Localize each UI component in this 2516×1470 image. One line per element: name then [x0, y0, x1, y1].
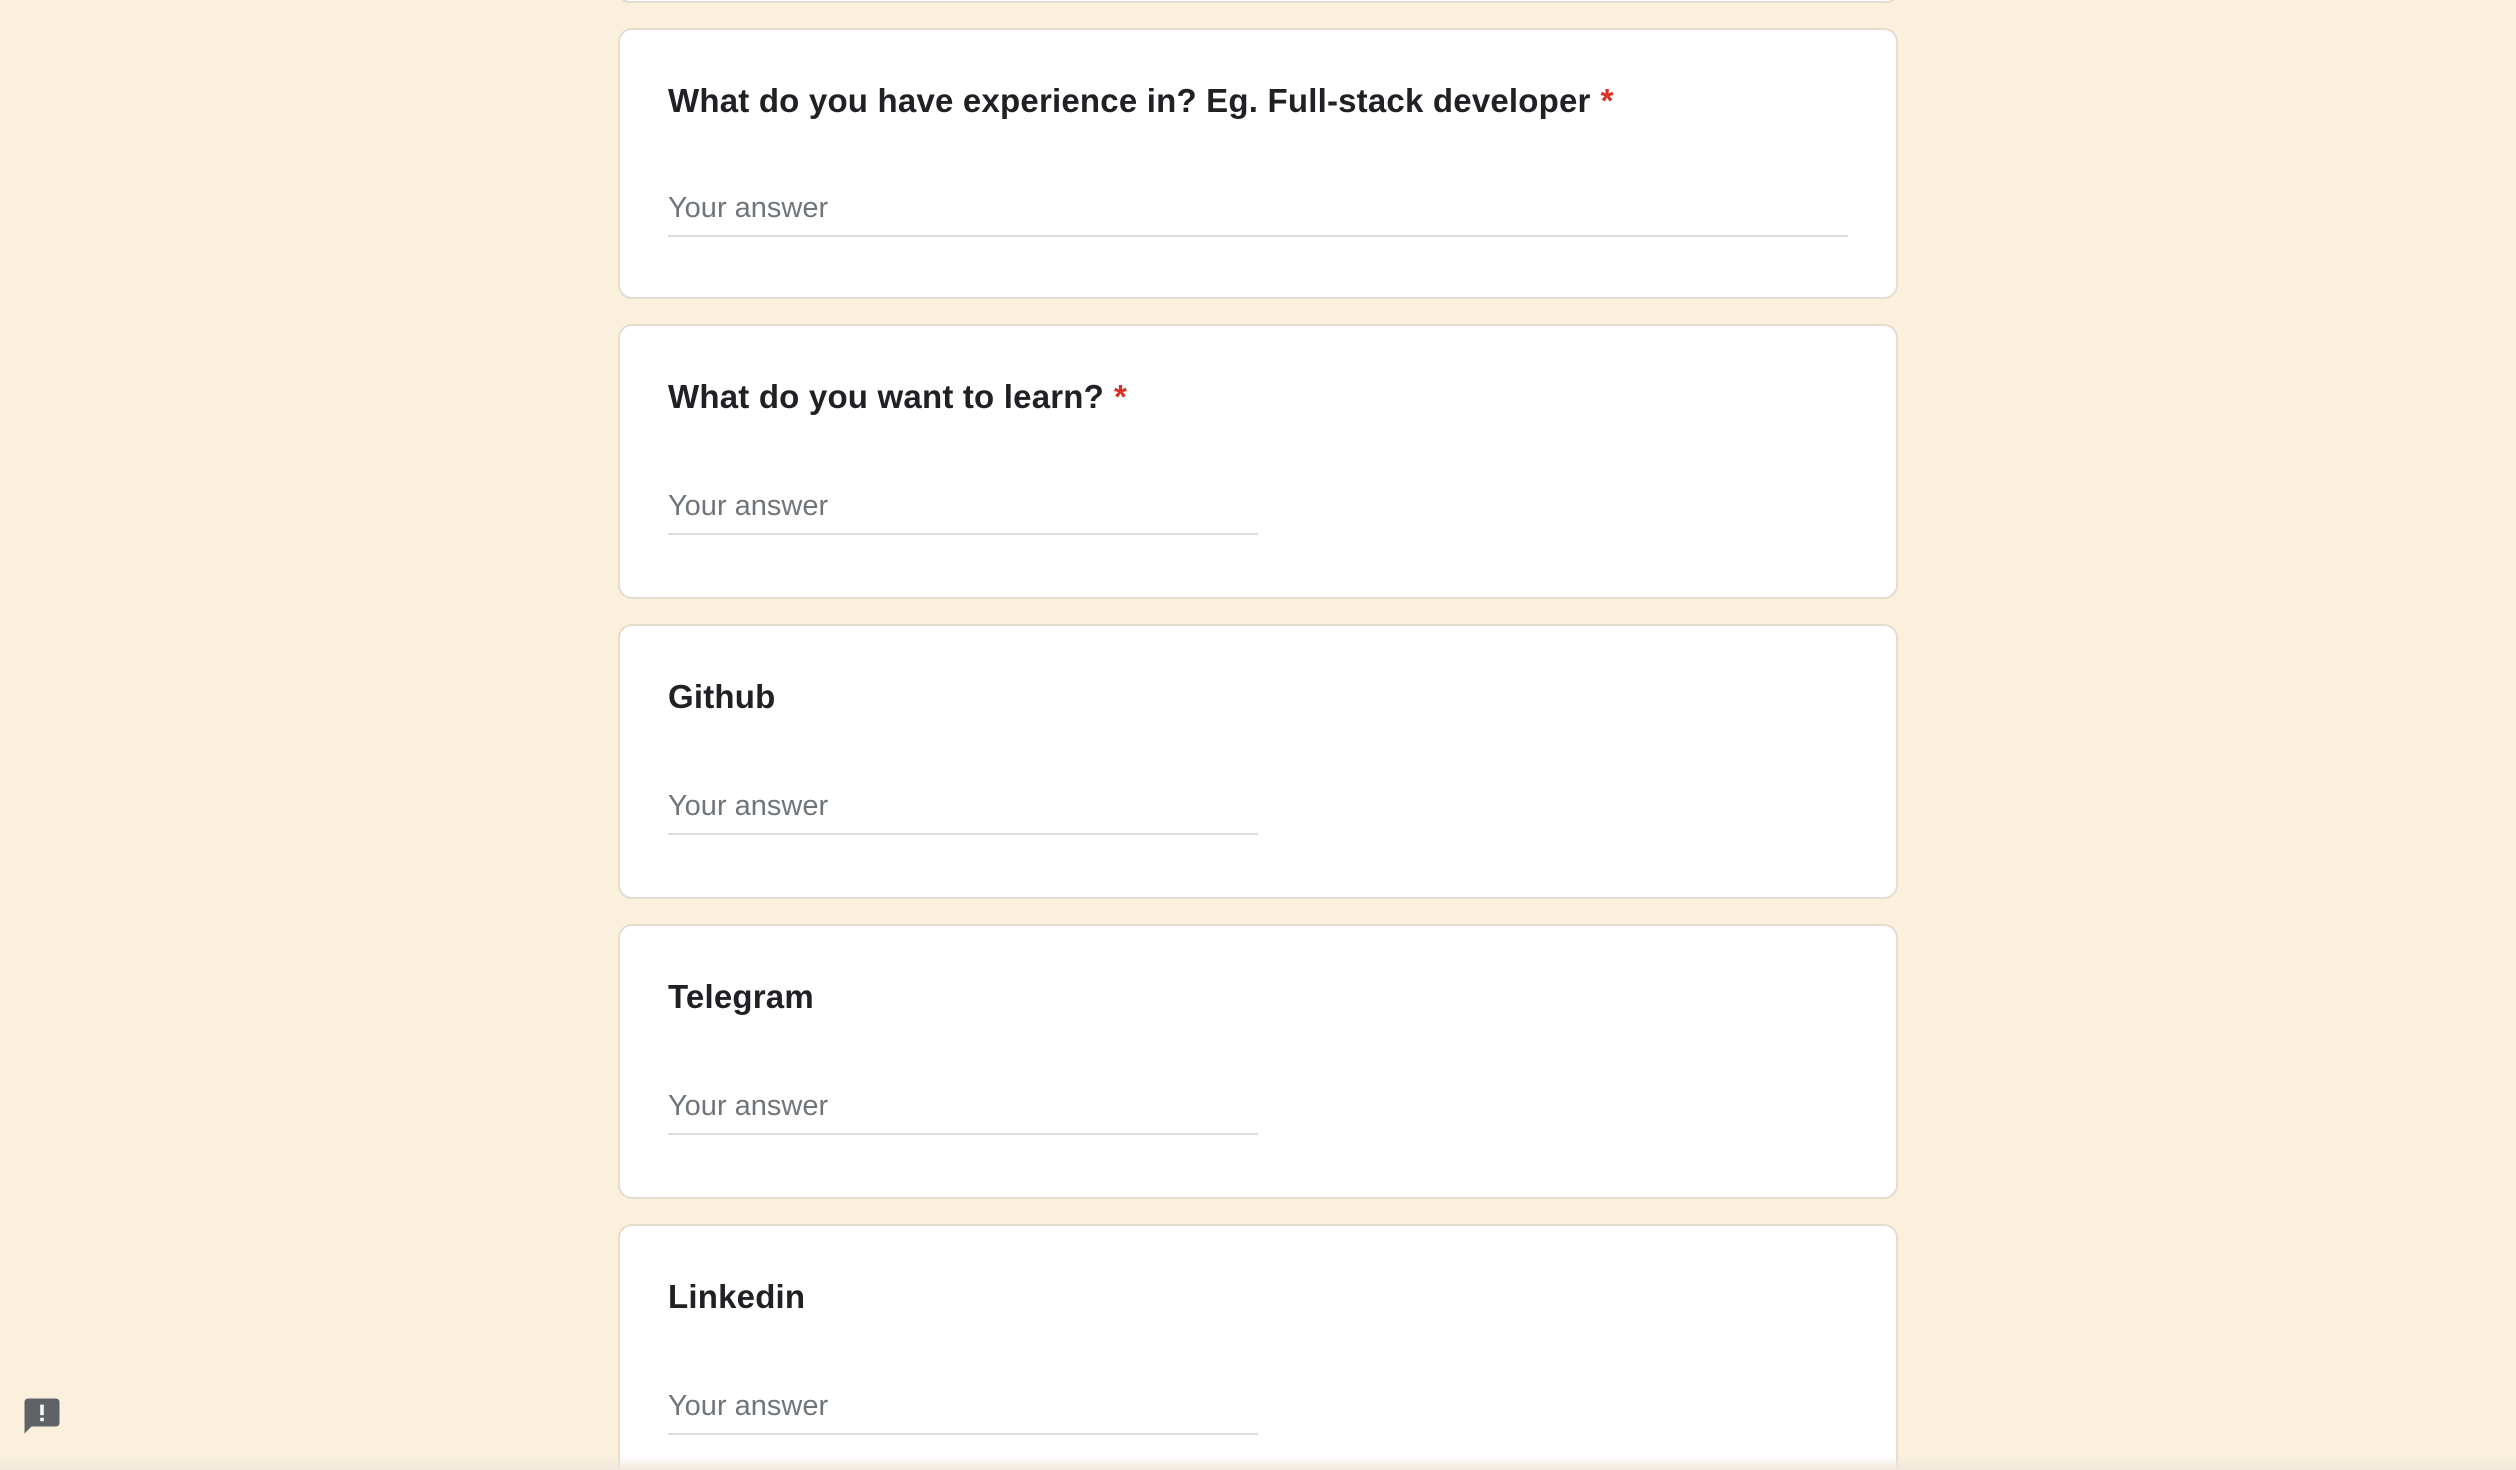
question-card-linkedin: Linkedin: [618, 1224, 1898, 1470]
report-feedback-button[interactable]: [20, 1394, 64, 1438]
question-card-experience: What do you have experience in? Eg. Full…: [618, 28, 1898, 299]
experience-answer-input[interactable]: [668, 192, 1848, 237]
github-answer-input[interactable]: [668, 790, 1258, 835]
learn-answer-input[interactable]: [668, 490, 1258, 535]
question-card-learn: What do you want to learn? *: [618, 324, 1898, 599]
question-label: What do you have experience in? Eg. Full…: [668, 82, 1591, 119]
question-label: What do you want to learn?: [668, 378, 1105, 415]
question-title-telegram: Telegram: [668, 978, 814, 1015]
required-asterisk: *: [1600, 82, 1614, 119]
question-title-linkedin: Linkedin: [668, 1278, 806, 1315]
telegram-answer-input[interactable]: [668, 1090, 1258, 1135]
question-title-experience: What do you have experience in? Eg. Full…: [668, 82, 1614, 120]
question-title-github: Github: [668, 678, 776, 715]
question-card-telegram: Telegram: [618, 924, 1898, 1199]
previous-question-card: [618, 0, 1898, 3]
required-asterisk: *: [1114, 378, 1128, 415]
question-card-github: Github: [618, 624, 1898, 899]
report-feedback-icon: [24, 1398, 60, 1434]
linkedin-answer-input[interactable]: [668, 1390, 1258, 1435]
bottom-shadow: [0, 1456, 2516, 1470]
form-page: What do you have experience in? Eg. Full…: [0, 0, 2516, 1470]
question-title-learn: What do you want to learn? *: [668, 378, 1127, 416]
